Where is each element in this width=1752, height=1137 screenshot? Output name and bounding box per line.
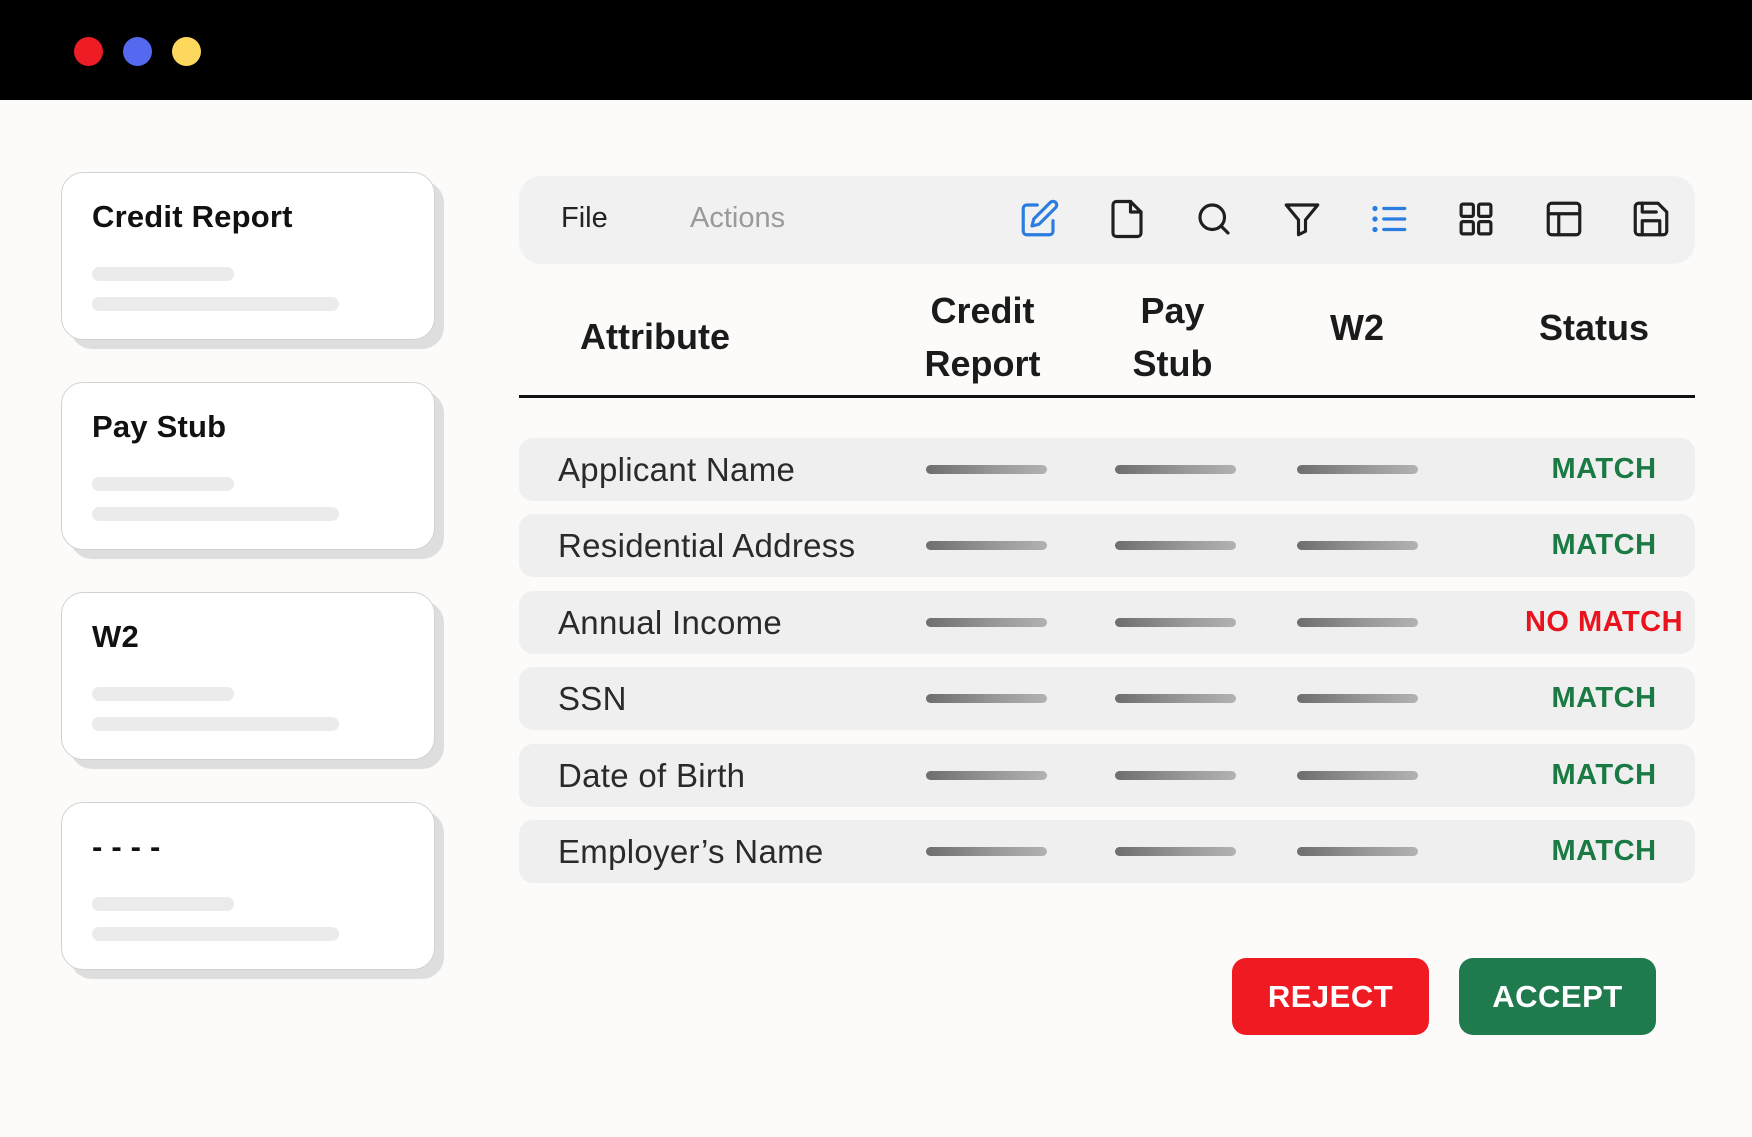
sidebar-card-pay-stub[interactable]: Pay Stub: [61, 382, 435, 550]
accept-button[interactable]: ACCEPT: [1459, 958, 1656, 1035]
card-title: Pay Stub: [92, 409, 227, 444]
pay-stub-value-bar: [1115, 541, 1236, 550]
search-icon[interactable]: [1193, 198, 1235, 240]
menu-actions[interactable]: Actions: [690, 202, 785, 235]
row-attribute: Annual Income: [558, 604, 783, 641]
edit-icon[interactable]: [1018, 198, 1060, 240]
document-icon[interactable]: [1106, 198, 1148, 240]
status-badge: NO MATCH: [1524, 606, 1684, 638]
sidebar-card-placeholder[interactable]: - - - -: [61, 802, 435, 970]
window-titlebar: [0, 0, 1752, 100]
placeholder-line: [92, 717, 339, 731]
card-title: W2: [92, 619, 139, 654]
credit-report-value-bar: [926, 465, 1047, 474]
w2-value-bar: [1297, 541, 1418, 550]
card-title: - - - -: [92, 829, 161, 864]
credit-report-value-bar: [926, 847, 1047, 856]
header-label: Stub: [1132, 343, 1213, 384]
status-badge: MATCH: [1551, 759, 1657, 791]
table-row[interactable]: Annual Income NO MATCH: [519, 591, 1695, 654]
pay-stub-value-bar: [1115, 847, 1236, 856]
column-header-credit-report: Credit Report: [900, 284, 1065, 390]
column-header-pay-stub: Pay Stub: [1100, 284, 1245, 390]
credit-report-value-bar: [926, 771, 1047, 780]
w2-value-bar: [1297, 618, 1418, 627]
credit-report-value-bar: [926, 694, 1047, 703]
sidebar-card-w2[interactable]: W2: [61, 592, 435, 760]
row-attribute: Residential Address: [558, 527, 856, 564]
header-label: Status: [1538, 307, 1650, 348]
header-label: Credit: [930, 290, 1035, 331]
save-icon[interactable]: [1630, 198, 1672, 240]
status-badge: MATCH: [1551, 835, 1657, 867]
header-label: Attribute: [580, 316, 730, 357]
pay-stub-value-bar: [1115, 694, 1236, 703]
grid-icon[interactable]: [1455, 198, 1497, 240]
status-badge: MATCH: [1551, 453, 1657, 485]
close-dot[interactable]: [74, 37, 103, 66]
toolbar: File Actions: [519, 176, 1695, 264]
table-row[interactable]: Date of Birth MATCH: [519, 744, 1695, 807]
row-attribute: Applicant Name: [558, 451, 796, 488]
table-row[interactable]: Applicant Name MATCH: [519, 438, 1695, 501]
minimize-dot[interactable]: [123, 37, 152, 66]
header-divider: [519, 395, 1695, 398]
w2-value-bar: [1297, 847, 1418, 856]
credit-report-value-bar: [926, 541, 1047, 550]
status-badge: MATCH: [1551, 529, 1657, 561]
maximize-dot[interactable]: [172, 37, 201, 66]
row-attribute: SSN: [558, 680, 627, 717]
row-attribute: Employer’s Name: [558, 833, 824, 870]
column-header-w2: W2: [1297, 301, 1417, 354]
placeholder-line: [92, 897, 234, 911]
table-row[interactable]: Employer’s Name MATCH: [519, 820, 1695, 883]
credit-report-value-bar: [926, 618, 1047, 627]
status-badge: MATCH: [1551, 682, 1657, 714]
header-label: W2: [1330, 307, 1384, 348]
menu-file[interactable]: File: [561, 202, 608, 235]
column-header-attribute: Attribute: [560, 310, 750, 363]
w2-value-bar: [1297, 771, 1418, 780]
column-header-status: Status: [1519, 301, 1669, 354]
reject-button[interactable]: REJECT: [1232, 958, 1429, 1035]
placeholder-line: [92, 507, 339, 521]
header-label: Pay: [1140, 290, 1205, 331]
table-row[interactable]: SSN MATCH: [519, 667, 1695, 730]
pay-stub-value-bar: [1115, 465, 1236, 474]
pay-stub-value-bar: [1115, 618, 1236, 627]
sidebar-card-credit-report[interactable]: Credit Report: [61, 172, 435, 340]
w2-value-bar: [1297, 465, 1418, 474]
w2-value-bar: [1297, 694, 1418, 703]
list-icon[interactable]: [1368, 198, 1410, 240]
layout-icon[interactable]: [1543, 198, 1585, 240]
placeholder-line: [92, 927, 339, 941]
placeholder-line: [92, 267, 234, 281]
placeholder-line: [92, 477, 234, 491]
row-attribute: Date of Birth: [558, 757, 746, 794]
header-label: Report: [924, 343, 1041, 384]
table-row[interactable]: Residential Address MATCH: [519, 514, 1695, 577]
filter-icon[interactable]: [1281, 198, 1323, 240]
placeholder-line: [92, 687, 234, 701]
placeholder-line: [92, 297, 339, 311]
pay-stub-value-bar: [1115, 771, 1236, 780]
card-title: Credit Report: [92, 199, 293, 234]
